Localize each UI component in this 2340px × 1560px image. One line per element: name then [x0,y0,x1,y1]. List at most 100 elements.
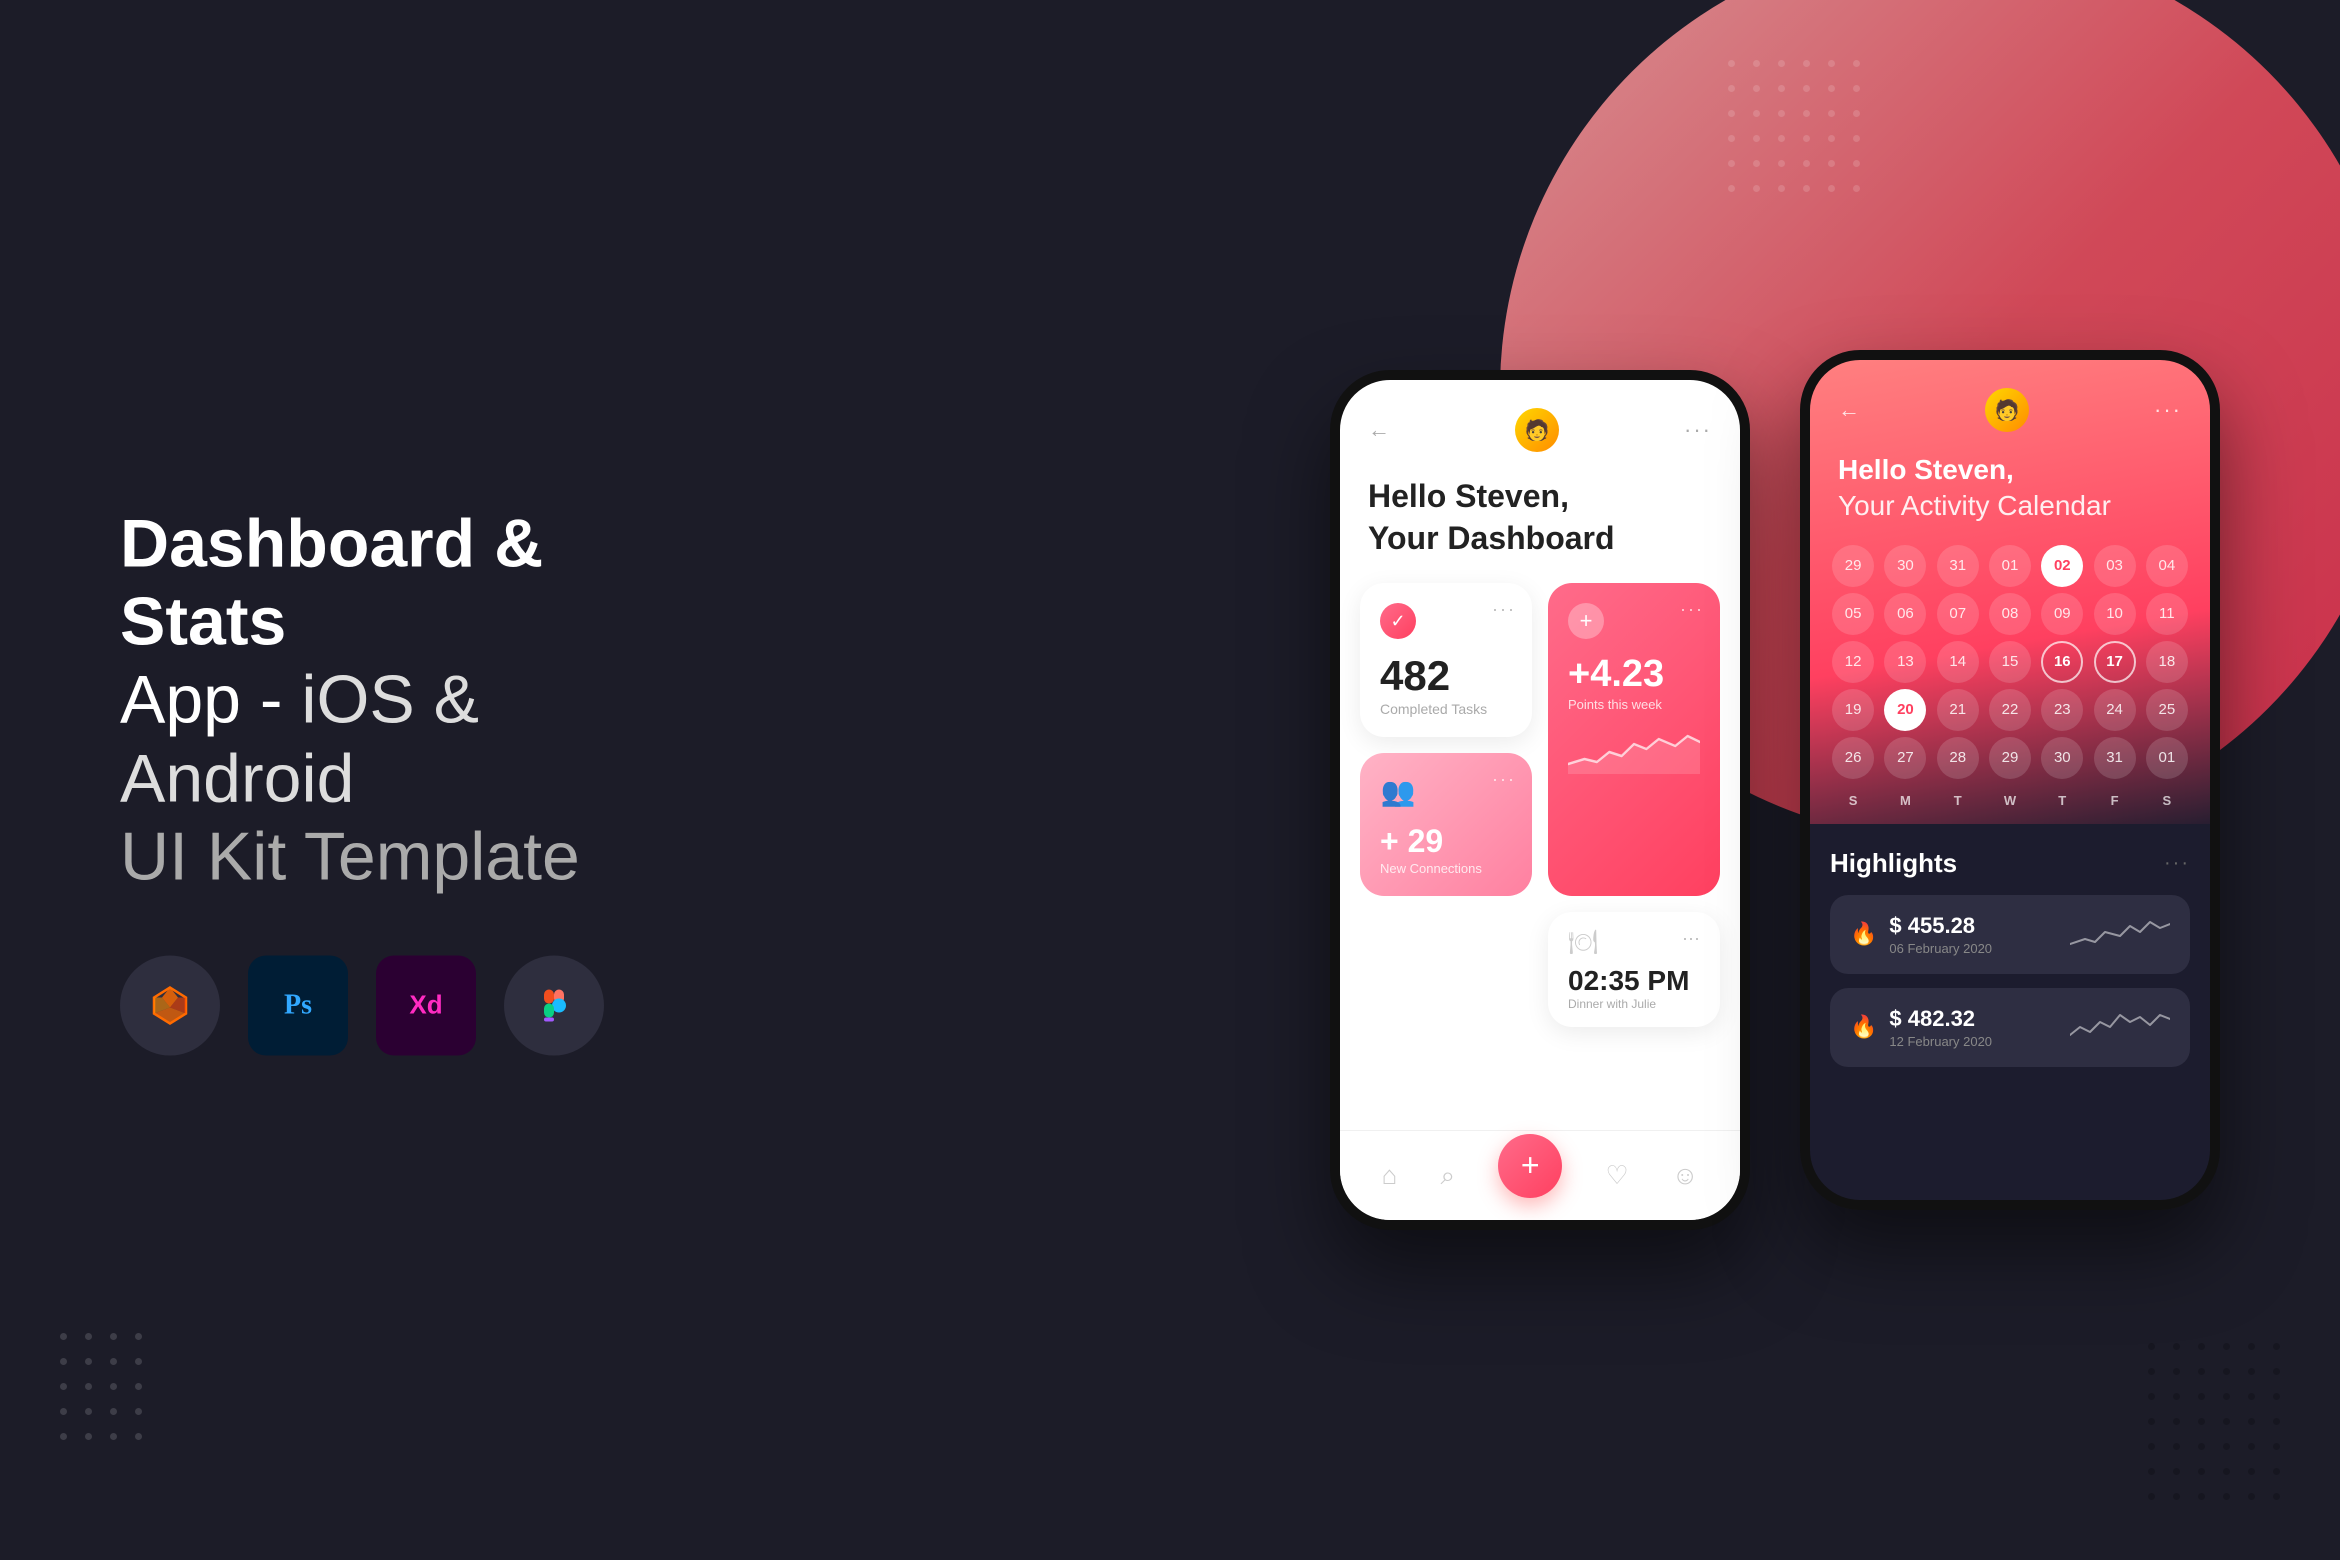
menu-dots[interactable]: ··· [1684,417,1712,443]
phone2-back-icon[interactable]: ← [1838,397,1860,423]
points-number: +4.23 [1568,655,1700,693]
people-icon: 👥 [1380,773,1416,809]
cards-grid: ✓ ··· 482 Completed Tasks + ··· +4.23 Po… [1340,583,1740,1027]
highlights-header: Highlights ··· [1830,848,2190,879]
user-avatar[interactable]: 🧑 [1515,408,1559,452]
phone2-subtitle-text: Your Activity Calendar [1838,490,2111,521]
dot-pattern-top: for(let i=0;i<36;i++) document.write('<d… [1728,60,1860,192]
points-card[interactable]: + ··· +4.23 Points this week [1548,583,1720,896]
heart-nav-icon[interactable]: ♡ [1605,1160,1628,1191]
cal-day[interactable]: 04 [2146,545,2188,587]
fab-button[interactable]: + [1498,1134,1562,1198]
highlight-left-1: 🔥 $ 455.28 06 February 2020 [1850,913,1992,956]
phone2-avatar[interactable]: 🧑 [1985,388,2029,432]
highlight-info-2: $ 482.32 12 February 2020 [1889,1006,1992,1049]
cal-today[interactable]: 02 [2041,545,2083,587]
cal-header-t2: T [2039,793,2085,808]
cal-day[interactable]: 31 [1937,545,1979,587]
cal-day[interactable]: 15 [1989,641,2031,683]
cal-day[interactable]: 18 [2146,641,2188,683]
dot-pattern-bottom-right: for(let i=0;i<42;i++) document.write('<d… [2148,1343,2280,1500]
highlight-sparkline-1 [2070,914,2170,954]
cal-day[interactable]: 19 [1832,689,1874,731]
cal-day[interactable]: 07 [1937,593,1979,635]
connections-label: New Connections [1380,861,1512,876]
cal-day[interactable]: 30 [2041,737,2083,779]
flame-icon-1: 🔥 [1850,921,1877,947]
home-nav-icon[interactable]: ⌂ [1382,1160,1398,1191]
highlight-left-2: 🔥 $ 482.32 12 February 2020 [1850,1006,1992,1049]
phone-dashboard: ← 🧑 ··· Hello Steven, Your Dashboard ✓ ·… [1330,370,1750,1230]
connections-card[interactable]: 👥 ··· + 29 New Connections [1360,753,1532,896]
highlights-menu[interactable]: ··· [2164,852,2190,875]
cal-selected-20[interactable]: 20 [1884,689,1926,731]
cal-day[interactable]: 06 [1884,593,1926,635]
cal-day[interactable]: 22 [1989,689,2031,731]
cal-header-s: S [1830,793,1876,808]
cal-week-1: 29 30 31 01 02 03 04 [1830,545,2190,587]
cal-day[interactable]: 30 [1884,545,1926,587]
cal-day[interactable]: 01 [2146,737,2188,779]
highlight-card-2[interactable]: 🔥 $ 482.32 12 February 2020 [1830,988,2190,1067]
dinner-card[interactable]: 🍽 ··· 02:35 PM Dinner with Julie [1548,912,1720,1027]
phone2-title: Hello Steven, Your Activity Calendar [1810,444,2210,545]
dinner-menu[interactable]: ··· [1682,928,1700,949]
greeting-line1: Hello Steven, [1368,478,1569,514]
cal-day[interactable]: 28 [1937,737,1979,779]
cal-day[interactable]: 03 [2094,545,2136,587]
cal-day[interactable]: 21 [1937,689,1979,731]
tool-icons-row: Ps Xd [120,955,660,1055]
check-icon: ✓ [1380,603,1416,639]
bottom-nav: ⌂ ⌕ + ♡ ☺ [1340,1130,1740,1220]
card-menu-3[interactable]: ··· [1492,769,1516,790]
title-line2: App - iOS & Android [120,661,660,817]
dinner-icon: 🍽 [1568,928,1598,957]
cal-day[interactable]: 09 [2041,593,2083,635]
cal-day[interactable]: 11 [2146,593,2188,635]
highlight-sparkline-2 [2070,1007,2170,1047]
cal-day[interactable]: 10 [2094,593,2136,635]
cal-day[interactable]: 13 [1884,641,1926,683]
cal-day[interactable]: 12 [1832,641,1874,683]
cal-day[interactable]: 24 [2094,689,2136,731]
cal-header-w: W [1987,793,2033,808]
profile-nav-icon[interactable]: ☺ [1672,1160,1699,1191]
card-menu-1[interactable]: ··· [1492,599,1516,620]
cal-day[interactable]: 23 [2041,689,2083,731]
cal-day[interactable]: 29 [1989,737,2031,779]
calendar: 29 30 31 01 02 03 04 05 06 07 08 09 10 1… [1810,545,2210,824]
highlight-date-1: 06 February 2020 [1889,941,1992,956]
cal-day[interactable]: 27 [1884,737,1926,779]
phone-calendar: ← 🧑 ··· Hello Steven, Your Activity Cale… [1800,350,2220,1210]
cal-selected-16[interactable]: 16 [2041,641,2083,683]
sketch-icon[interactable] [120,955,220,1055]
figma-icon[interactable] [504,955,604,1055]
cal-day[interactable]: 26 [1832,737,1874,779]
cal-header-s2: S [2144,793,2190,808]
back-icon[interactable]: ← [1368,417,1390,443]
cal-day[interactable]: 05 [1832,593,1874,635]
points-sparkline [1568,724,1700,774]
search-nav-icon[interactable]: ⌕ [1440,1160,1455,1192]
cal-day[interactable]: 14 [1937,641,1979,683]
title-line1: Dashboard & Stats [120,505,660,661]
cal-day[interactable]: 08 [1989,593,2031,635]
phone1-header: ← 🧑 ··· [1340,380,1740,464]
cal-day[interactable]: 29 [1832,545,1874,587]
highlight-card-1[interactable]: 🔥 $ 455.28 06 February 2020 [1830,895,2190,974]
phone1-title: Hello Steven, Your Dashboard [1340,464,1740,583]
photoshop-icon[interactable]: Ps [248,955,348,1055]
completed-tasks-card[interactable]: ✓ ··· 482 Completed Tasks [1360,583,1532,737]
xd-icon[interactable]: Xd [376,955,476,1055]
cal-day[interactable]: 01 [1989,545,2031,587]
card-menu-2[interactable]: ··· [1680,599,1704,620]
cal-day[interactable]: 25 [2146,689,2188,731]
dinner-time: 02:35 PM [1568,965,1700,997]
cal-days-header: S M T W T F S [1830,793,2190,808]
highlight-info-1: $ 455.28 06 February 2020 [1889,913,1992,956]
main-title: Dashboard & Stats App - iOS & Android UI… [120,505,660,896]
highlight-amount-2: $ 482.32 [1889,1006,1992,1032]
phone2-menu-dots[interactable]: ··· [2154,397,2182,423]
cal-selected-17[interactable]: 17 [2094,641,2136,683]
cal-day[interactable]: 31 [2094,737,2136,779]
